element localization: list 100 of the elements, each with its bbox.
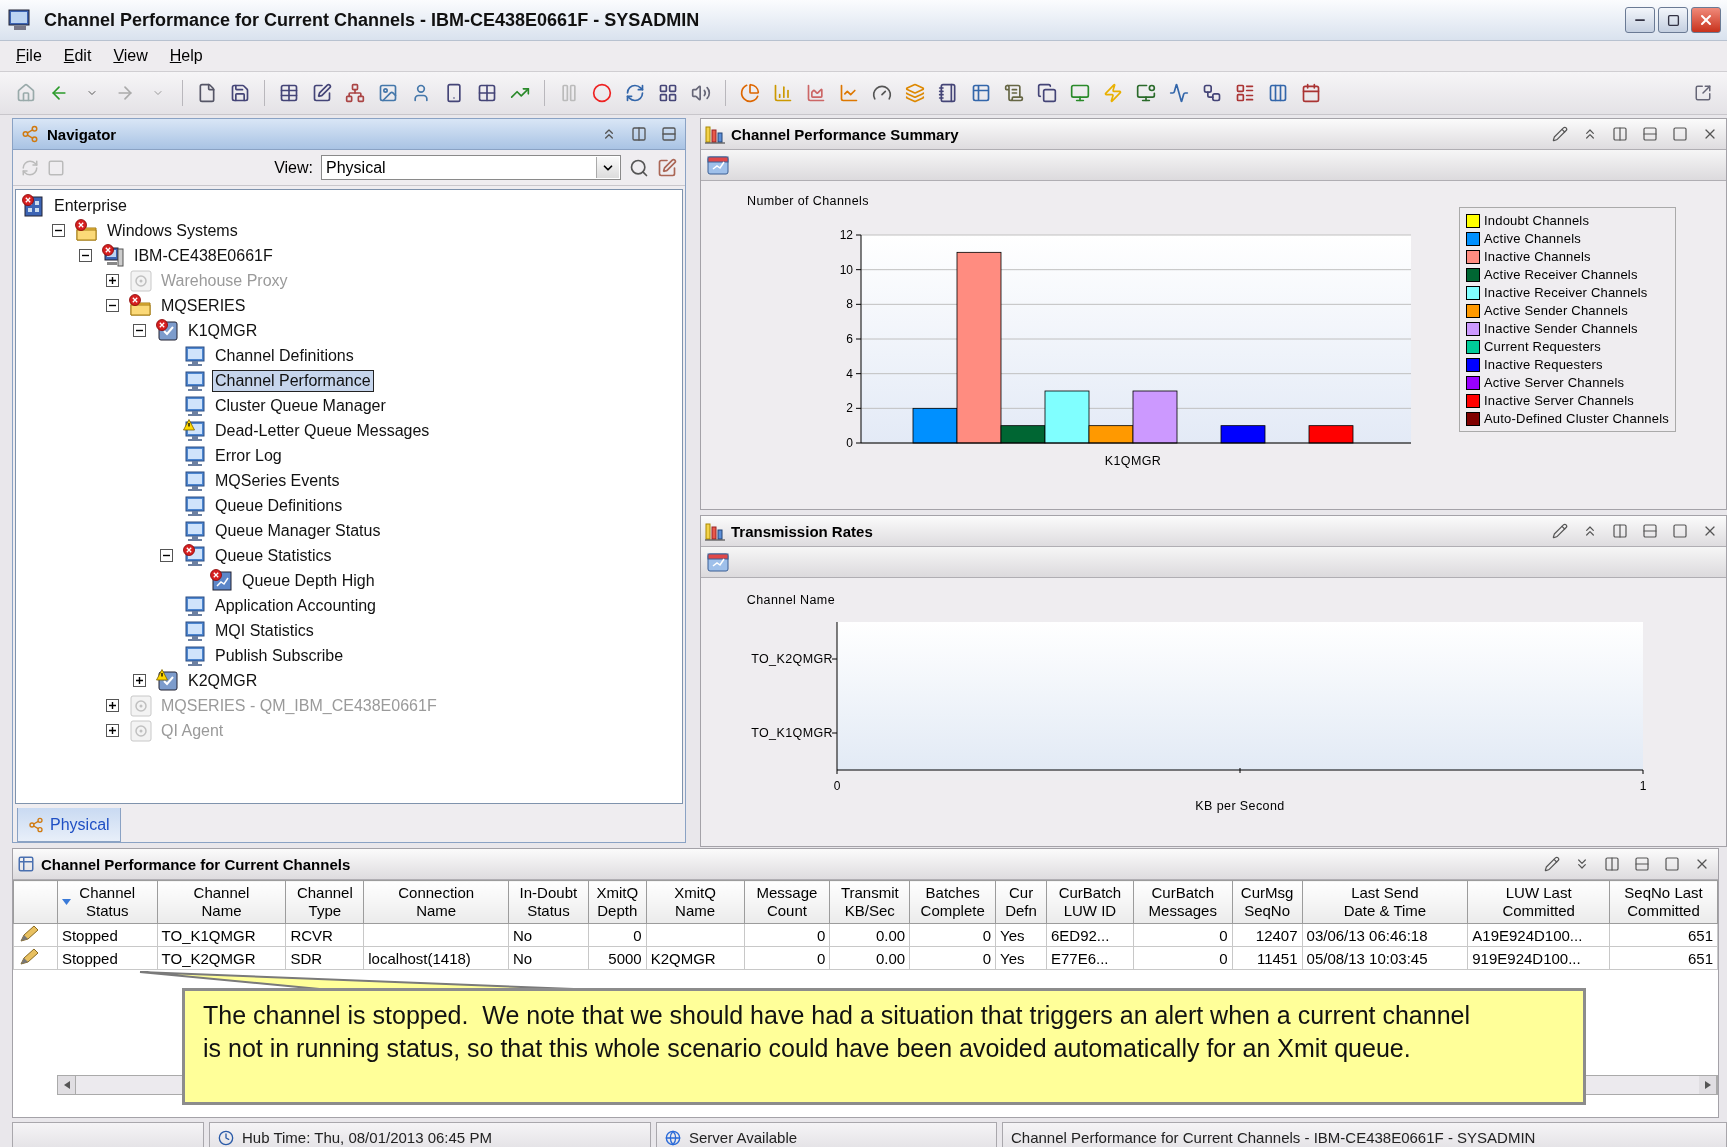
view-dropdown[interactable]: Physical	[321, 155, 621, 180]
y-tick-label: 12	[839, 228, 853, 242]
tree-item[interactable]: MQSERIES	[158, 294, 249, 317]
column-header[interactable]: Cur Defn	[995, 880, 1047, 924]
tree-item[interactable]: Error Log	[212, 444, 285, 467]
menu-item[interactable]: File	[8, 45, 50, 67]
column-header[interactable]: Batches Complete	[909, 880, 996, 924]
minimize-button[interactable]	[1625, 7, 1655, 33]
column-header[interactable]: LUW Last Committed	[1467, 880, 1610, 924]
speaker-icon[interactable]	[691, 83, 711, 103]
pie-chart-icon[interactable]	[740, 83, 760, 103]
grid-icon[interactable]	[477, 83, 497, 103]
tree-item[interactable]: Channel Definitions	[212, 344, 357, 367]
split-horizontal-icon[interactable]	[661, 126, 677, 142]
tree-item[interactable]: Enterprise	[51, 194, 130, 217]
tree-item[interactable]: MQI Statistics	[212, 619, 317, 642]
column-header[interactable]: Channel Name	[157, 880, 286, 924]
user-icon[interactable]	[411, 83, 431, 103]
calendar-icon[interactable]	[707, 155, 729, 175]
split-vertical-icon[interactable]	[1612, 126, 1628, 142]
tree-item[interactable]: Publish Subscribe	[212, 644, 347, 667]
tree-item[interactable]: K1QMGR	[185, 319, 261, 342]
tree-item[interactable]: IBM-CE438E0661F	[131, 244, 276, 267]
tree-item[interactable]: Dead-Letter Queue Messages	[212, 419, 433, 442]
layout-grid-icon[interactable]	[658, 83, 678, 103]
column-header[interactable]: Transmit KB/Sec	[829, 880, 910, 924]
tree-item[interactable]: Queue Statistics	[212, 544, 335, 567]
split-vertical-icon[interactable]	[631, 126, 647, 142]
view-tab[interactable]: Physical	[17, 808, 121, 842]
column-header[interactable]: XmitQ Depth	[588, 880, 647, 924]
topology-icon[interactable]	[1202, 83, 1222, 103]
table-cell: No	[508, 923, 589, 947]
tree-item[interactable]: K2QMGR	[185, 669, 261, 692]
tree-item[interactable]: Application Accounting	[212, 594, 379, 617]
network-icon[interactable]	[345, 83, 365, 103]
column-header[interactable]: CurMsg SeqNo	[1232, 880, 1303, 924]
scroll-right-icon[interactable]	[1704, 1081, 1711, 1089]
y-tick-label: 6	[846, 332, 853, 346]
menu-item[interactable]: Edit	[55, 45, 100, 67]
split-vertical-icon[interactable]	[1604, 856, 1620, 872]
column-header[interactable]: Channel Status	[57, 880, 158, 924]
notebook-icon[interactable]	[938, 83, 958, 103]
tree-item[interactable]: Queue Definitions	[212, 494, 346, 517]
copy-icon[interactable]	[1037, 83, 1057, 103]
split-horizontal-icon[interactable]	[1642, 126, 1658, 142]
maximize-icon[interactable]	[1666, 13, 1680, 27]
column-header[interactable]: SeqNo Last Committed	[1609, 880, 1718, 924]
column-header[interactable]: Message Count	[744, 880, 830, 924]
close-button[interactable]	[1691, 7, 1721, 33]
split-vertical-icon[interactable]	[1612, 523, 1628, 539]
edit-icon[interactable]	[1552, 523, 1568, 539]
column-header[interactable]: In-Doubt Status	[508, 880, 589, 924]
gauge-icon[interactable]	[872, 83, 892, 103]
edit-icon[interactable]	[1544, 856, 1560, 872]
terminal-icon[interactable]	[1136, 83, 1156, 103]
maximize-button[interactable]	[1658, 7, 1688, 33]
calendar-icon[interactable]	[707, 552, 729, 572]
tree-item[interactable]: Windows Systems	[104, 219, 241, 242]
y-axis-title: Channel Name	[746, 593, 835, 607]
line-chart-icon[interactable]	[839, 83, 859, 103]
activity-icon[interactable]	[1169, 83, 1189, 103]
column-header[interactable]: Last Send Date & Time	[1302, 880, 1468, 924]
table-icon[interactable]	[971, 83, 991, 103]
calendar-icon[interactable]	[1301, 83, 1321, 103]
tree-item[interactable]: MQSeries Events	[212, 469, 343, 492]
save-icon[interactable]	[230, 83, 250, 103]
detach-window-icon[interactable]	[1694, 84, 1712, 102]
device-icon[interactable]	[444, 83, 464, 103]
record-icon[interactable]	[592, 83, 612, 103]
columns-icon[interactable]	[1268, 83, 1288, 103]
image-icon[interactable]	[378, 83, 398, 103]
area-chart-icon[interactable]	[806, 83, 826, 103]
menu-item[interactable]: View	[105, 45, 156, 67]
menu-item[interactable]: Help	[161, 45, 211, 67]
tree-item[interactable]: Cluster Queue Manager	[212, 394, 389, 417]
scroll-left-icon[interactable]	[63, 1081, 70, 1089]
close-icon[interactable]	[1698, 12, 1714, 28]
document-icon[interactable]	[1004, 83, 1024, 103]
column-header[interactable]: XmitQ Name	[646, 880, 744, 924]
search-icon[interactable]	[629, 157, 649, 178]
table-cell: 5000	[588, 946, 647, 970]
monitor-icon[interactable]	[1070, 83, 1090, 103]
column-header[interactable]: Connection Name	[363, 880, 509, 924]
column-header[interactable]: CurBatch LUW ID	[1046, 880, 1134, 924]
y-category-label: TO_K2QMGR	[751, 652, 833, 666]
edit-icon[interactable]	[312, 83, 332, 103]
table-cell: 651	[1609, 923, 1718, 947]
column-header[interactable]: Channel Type	[285, 880, 364, 924]
split-horizontal-icon[interactable]	[1642, 523, 1658, 539]
list-icon[interactable]	[1235, 83, 1255, 103]
tree-item[interactable]: Queue Depth High	[239, 569, 378, 592]
split-horizontal-icon[interactable]	[1634, 856, 1650, 872]
new-file-icon[interactable]	[197, 83, 217, 103]
edit-icon[interactable]	[657, 157, 677, 178]
tree-item[interactable]: Channel Performance	[212, 369, 374, 392]
tree-item[interactable]: Queue Manager Status	[212, 519, 384, 542]
refresh-icon[interactable]	[625, 83, 645, 103]
column-header[interactable]: CurBatch Messages	[1133, 880, 1233, 924]
edit-icon[interactable]	[1552, 126, 1568, 142]
table-icon[interactable]	[279, 83, 299, 103]
